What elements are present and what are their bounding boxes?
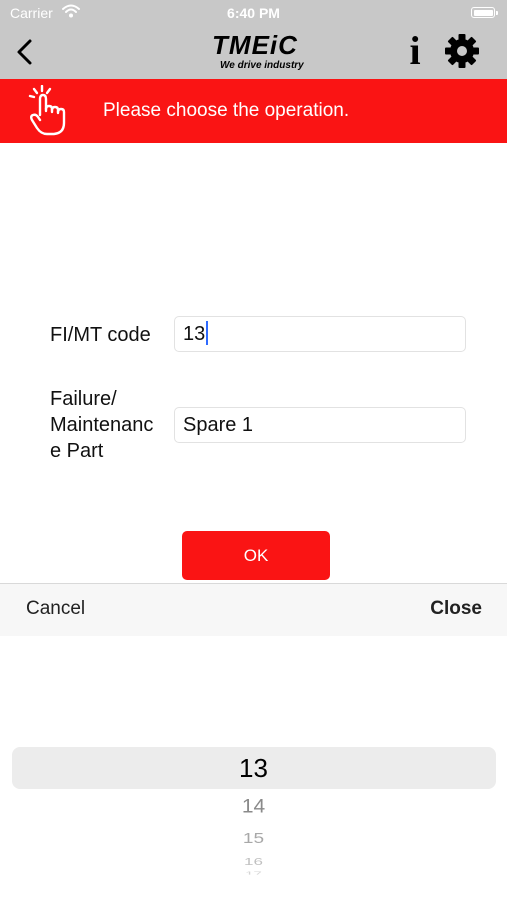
- instruction-banner: Please choose the operation.: [0, 79, 507, 143]
- ok-button[interactable]: OK: [182, 531, 330, 580]
- failure-part-label-line3: e Part: [50, 440, 104, 462]
- close-button[interactable]: Close: [430, 598, 482, 620]
- status-bar: Carrier 6:40 PM: [0, 0, 507, 28]
- picker-option[interactable]: 16: [0, 856, 507, 868]
- picker-option[interactable]: 15: [0, 829, 507, 848]
- fimt-code-label: FI/MT code: [50, 324, 151, 346]
- settings-button[interactable]: [442, 31, 482, 71]
- chevron-left-icon: [17, 39, 32, 65]
- clock: 6:40 PM: [227, 5, 280, 21]
- picker-toolbar: Cancel Close: [0, 583, 507, 636]
- navigation-bar: Carrier 6:40 PM TMEiC We drive industry …: [0, 0, 507, 79]
- banner-message: Please choose the operation.: [103, 100, 350, 121]
- fimt-code-field[interactable]: 13: [174, 316, 466, 352]
- cancel-button[interactable]: Cancel: [26, 598, 85, 620]
- back-button[interactable]: [12, 36, 36, 68]
- failure-part-field[interactable]: Spare 1: [174, 407, 466, 443]
- code-picker-wheel[interactable]: 13 14 15 16 17: [0, 636, 507, 900]
- failure-part-value: Spare 1: [183, 414, 254, 436]
- company-logo: TMEiC We drive industry: [190, 30, 320, 74]
- failure-part-label: Failure/ Maintenanc e Part: [50, 386, 153, 464]
- fimt-code-value: 13: [183, 323, 206, 345]
- logo-wordmark: TMEiC: [212, 30, 298, 60]
- picker-option[interactable]: 14: [0, 794, 507, 820]
- gear-icon: [445, 34, 479, 68]
- tap-hand-icon: [28, 85, 66, 136]
- battery-icon: [471, 7, 498, 18]
- picker-option-selected[interactable]: 13: [0, 751, 507, 785]
- picker-option[interactable]: 17: [0, 871, 507, 874]
- info-button[interactable]: i: [403, 30, 427, 72]
- failure-part-label-line1: Failure/: [50, 388, 117, 410]
- failure-part-label-line2: Maintenanc: [50, 414, 154, 436]
- info-icon: i: [409, 28, 421, 73]
- text-cursor: [206, 321, 209, 346]
- logo-tagline: We drive industry: [220, 60, 304, 71]
